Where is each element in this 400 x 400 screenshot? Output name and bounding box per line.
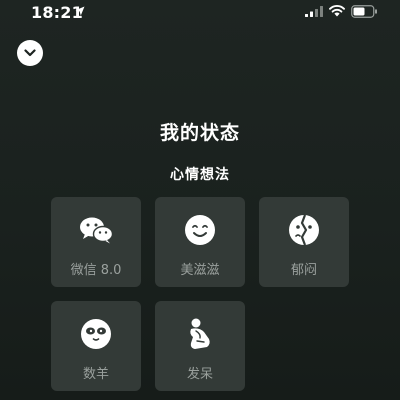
wifi-icon — [329, 4, 345, 17]
collapse-button[interactable] — [17, 40, 43, 66]
wechat-icon — [79, 213, 113, 247]
status-label: 数羊 — [82, 367, 109, 382]
status-bar: 18:21 — [0, 0, 400, 26]
daze-figure-icon — [183, 317, 217, 351]
status-label: 美滋滋 — [180, 263, 220, 278]
smile-face-icon — [183, 213, 217, 247]
page-title: 我的状态 — [159, 122, 240, 144]
status-label: 郁闷 — [290, 263, 317, 278]
sheep-face-icon — [79, 317, 113, 351]
location-arrow-icon — [75, 6, 85, 16]
chevron-down-icon — [24, 49, 36, 57]
status-label: 微信 8.0 — [70, 263, 122, 278]
status-label: 发呆 — [186, 367, 213, 382]
battery-icon — [351, 5, 377, 18]
status-card-yumen[interactable]: 郁闷 — [259, 197, 349, 287]
status-card-shuyang[interactable]: 数羊 — [51, 301, 141, 391]
section-title: 心情想法 — [170, 167, 230, 183]
status-card-wechat[interactable]: 微信 8.0 — [51, 197, 141, 287]
cellular-signal-icon — [305, 6, 323, 17]
status-card-fadai[interactable]: 发呆 — [155, 301, 245, 391]
split-face-icon — [287, 213, 321, 247]
status-card-meizizi[interactable]: 美滋滋 — [155, 197, 245, 287]
